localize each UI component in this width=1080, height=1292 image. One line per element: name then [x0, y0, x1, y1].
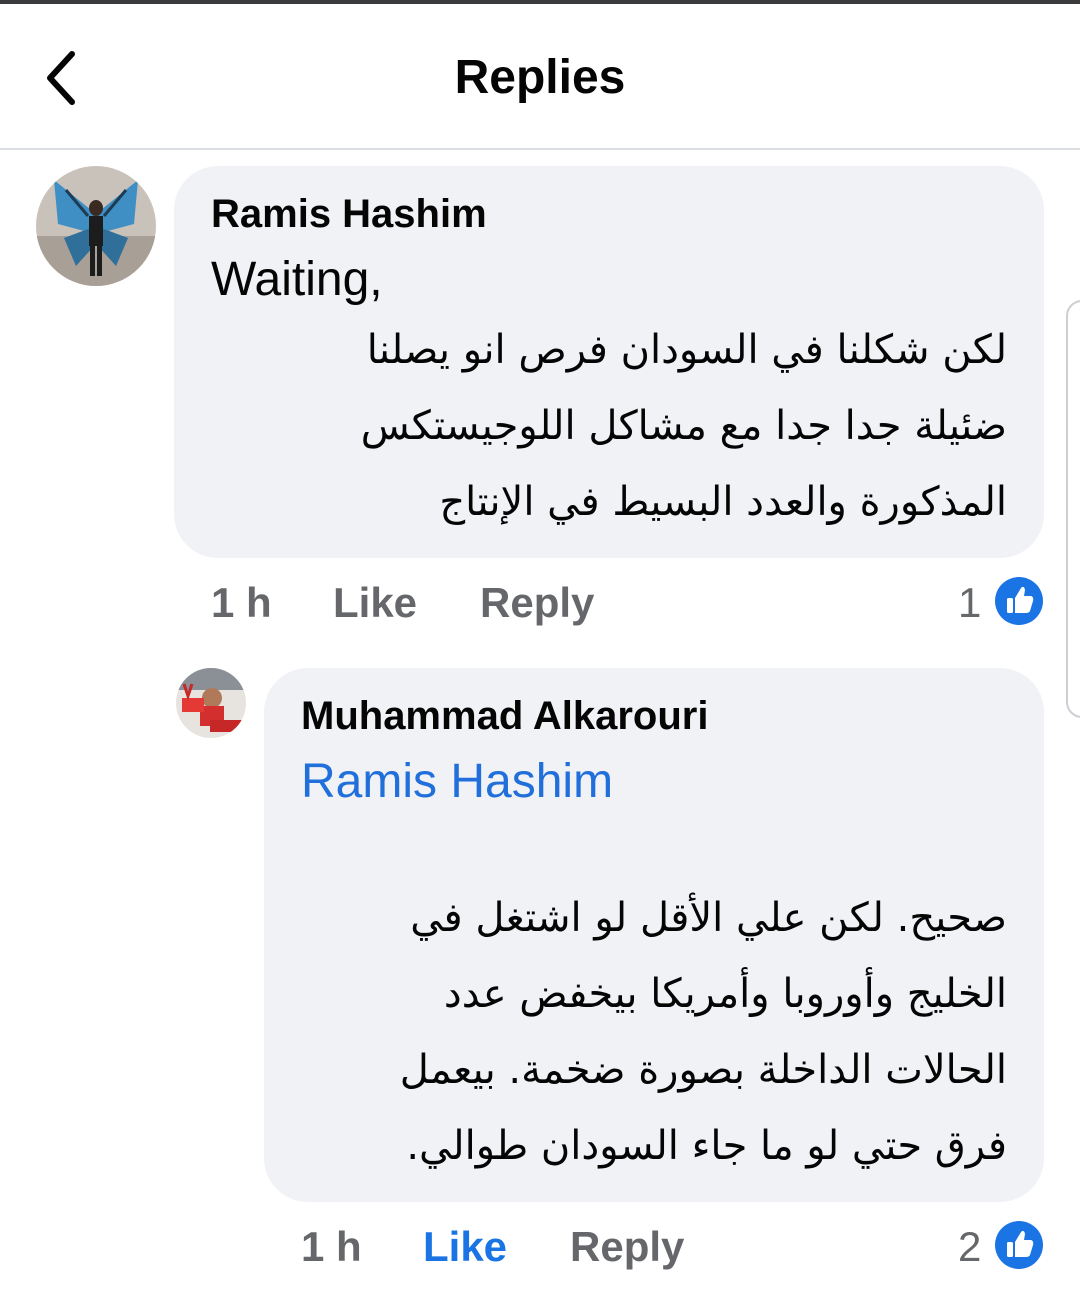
comment-text-line: المذكورة والعدد البسيط في الإنتاج: [439, 479, 1007, 525]
reply-button[interactable]: Reply: [480, 578, 594, 628]
avatar[interactable]: [176, 668, 246, 738]
like-button[interactable]: Like: [333, 578, 417, 628]
page-title: Replies: [454, 51, 626, 104]
mention-link[interactable]: Ramis Hashim: [301, 752, 613, 812]
comment-time: 1 h: [211, 579, 272, 626]
reaction-count[interactable]: 1: [958, 578, 981, 628]
reaction-count[interactable]: 2: [958, 1222, 981, 1272]
like-reaction-icon: [994, 576, 1044, 626]
avatar[interactable]: [36, 166, 156, 286]
comment-author[interactable]: Muhammad Alkarouri: [301, 692, 708, 740]
comment-author[interactable]: Ramis Hashim: [211, 190, 487, 238]
comment-text-line: الحالات الداخلة بصورة ضخمة. بيعمل: [399, 1047, 1007, 1093]
comment-text-line: ضئيلة جدا جدا مع مشاكل اللوجيستكس: [360, 403, 1007, 449]
header: Replies: [0, 4, 1080, 150]
like-button[interactable]: Like: [423, 1222, 507, 1272]
comment-text: Waiting,: [211, 253, 383, 306]
reply-button[interactable]: Reply: [570, 1222, 684, 1272]
comment-text-line: الخليج وأوروبا وأمريكا بيخفض عدد: [443, 971, 1007, 1017]
comment-text-line: لكن شكلنا في السودان فرص انو يصلنا: [366, 327, 1007, 373]
like-reaction-icon: [994, 1220, 1044, 1270]
comment-text-line: صحيح. لكن علي الأقل لو اشتغل في: [410, 895, 1007, 941]
scrollbar[interactable]: [1066, 300, 1080, 718]
comment-text-line: فرق حتي لو ما جاء السودان طوالي.: [406, 1123, 1007, 1169]
comment-time: 1 h: [301, 1223, 362, 1270]
